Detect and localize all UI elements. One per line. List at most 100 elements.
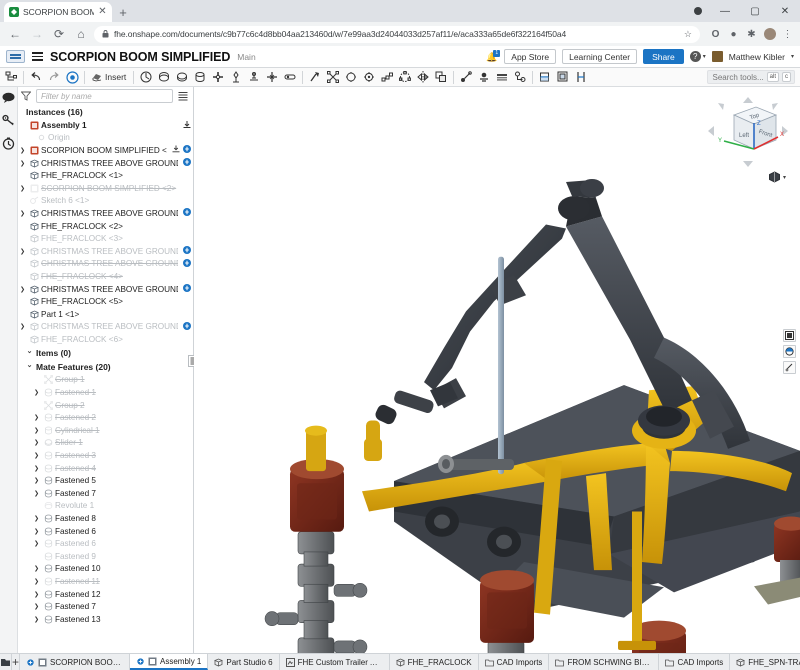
tree-row-instance[interactable]: FHE_FRACLOCK <2> (18, 220, 193, 233)
close-window-button[interactable]: ✕ (770, 0, 800, 22)
appearance-icon[interactable] (783, 345, 796, 358)
expand-caret[interactable]: ❯ (32, 389, 41, 396)
gear-relation-icon[interactable] (360, 69, 378, 86)
new-tab-button[interactable]: + (112, 2, 134, 22)
minimize-button[interactable]: — (710, 0, 740, 22)
mate-features-header[interactable]: Mate Features (20) (18, 360, 193, 374)
download-icon[interactable] (172, 145, 180, 155)
user-chevron-icon[interactable]: ▾ (791, 53, 794, 60)
expand-caret[interactable]: ❯ (32, 591, 41, 598)
linked-document-icon[interactable] (183, 284, 191, 294)
extensions-icon[interactable]: ✱ (745, 28, 758, 41)
chevron-down-icon[interactable]: ▾ (783, 174, 786, 181)
filter-input[interactable]: Filter by name (36, 89, 173, 103)
expand-caret[interactable]: ❯ (32, 452, 41, 459)
expand-caret[interactable]: ❯ (32, 528, 41, 535)
tree-row-mate[interactable]: ❯Fastened 7 (18, 600, 193, 613)
document-tab[interactable]: SCORPION BOOM SI... (20, 654, 130, 670)
tree-row-mate[interactable]: Revolute 1 (18, 500, 193, 513)
pin-slot-mate-icon[interactable] (281, 69, 299, 86)
address-bar[interactable]: fhe.onshape.com/documents/c9b77c6c4d8bb0… (94, 26, 700, 43)
comments-icon[interactable] (2, 90, 16, 104)
tree-row-mate[interactable]: Group 1 (18, 374, 193, 387)
expand-caret[interactable]: ❯ (32, 490, 41, 497)
revolute-mate-icon[interactable] (155, 69, 173, 86)
expand-caret[interactable]: ❯ (32, 414, 41, 421)
render-icon[interactable] (783, 329, 796, 342)
rebuild-icon[interactable] (63, 69, 81, 86)
help-icon[interactable]: ? (690, 51, 701, 62)
tree-row-mate[interactable]: Fastened 9 (18, 550, 193, 563)
undo-icon[interactable] (27, 69, 45, 86)
tree-row-instance[interactable]: FHE_FRACLOCK <4> (18, 270, 193, 283)
tree-row-instance[interactable]: FHE_FRACLOCK <3> (18, 232, 193, 245)
christmas-tree-3[interactable] (594, 621, 728, 653)
search-tools-input[interactable]: Search tools... alt c (707, 70, 795, 84)
expand-caret[interactable]: ❯ (32, 578, 41, 585)
tree-row-mate[interactable]: ❯Fastened 4 (18, 462, 193, 475)
tree-row-instance[interactable]: ❯CHRISTMAS TREE ABOVE GROUND <6> (18, 321, 193, 334)
opera-icon[interactable]: O (709, 28, 722, 41)
tree-row-mate[interactable]: ❯Fastened 5 (18, 474, 193, 487)
document-tab[interactable]: CAD Imports (479, 654, 550, 670)
document-tab[interactable]: FHE_SPN-TRAILER (730, 654, 800, 670)
expand-caret[interactable]: ❯ (32, 540, 41, 547)
linear-pattern-icon[interactable] (378, 69, 396, 86)
circular-pattern-icon[interactable] (396, 69, 414, 86)
avatar[interactable] (712, 51, 723, 62)
tree-row-mate[interactable]: ❯Fastened 7 (18, 487, 193, 500)
tree-row-mate[interactable]: ❯Fastened 8 (18, 512, 193, 525)
expand-caret[interactable]: ❯ (32, 603, 41, 610)
mate-relation-icon[interactable] (342, 69, 360, 86)
tree-row-instance[interactable]: ❯CHRISTMAS TREE ABOVE GROUND <2> (18, 157, 193, 170)
linked-document-icon[interactable] (183, 158, 191, 168)
onshape-logo[interactable] (6, 50, 25, 63)
tree-row-instance[interactable]: FHE_FRACLOCK <1> (18, 169, 193, 182)
back-icon[interactable]: ← (6, 25, 24, 43)
linked-document-icon[interactable] (183, 322, 191, 332)
mate-connector-icon[interactable] (306, 69, 324, 86)
avatar-icon[interactable] (763, 28, 776, 41)
close-icon[interactable]: ✕ (98, 7, 107, 17)
section-view-icon[interactable] (536, 69, 554, 86)
tree-row-instance[interactable]: CHRISTMAS TREE ABOVE GROUND <4> (18, 258, 193, 271)
mate-connectors-icon[interactable] (2, 113, 16, 127)
tree-row-origin[interactable]: Origin (18, 132, 193, 145)
expand-caret[interactable]: ❯ (32, 565, 41, 572)
display-state-icon[interactable] (511, 69, 529, 86)
slider-mate-icon[interactable] (173, 69, 191, 86)
forward-icon[interactable]: → (28, 25, 46, 43)
history-icon[interactable] (2, 136, 16, 150)
expand-caret[interactable]: ❯ (32, 515, 41, 522)
linked-document-icon[interactable] (183, 145, 191, 155)
home-icon[interactable]: ⌂ (72, 25, 90, 43)
list-view-icon[interactable] (177, 90, 189, 102)
help-chevron-icon[interactable]: ▾ (703, 53, 706, 60)
expand-caret[interactable]: ❯ (18, 210, 27, 217)
parallel-mate-icon[interactable] (245, 69, 263, 86)
planar-mate-icon[interactable] (209, 69, 227, 86)
3d-viewport[interactable]: Top Left Front Z Y X (194, 87, 800, 653)
tree-row-mate[interactable]: ❯Fastened 12 (18, 588, 193, 601)
add-tab-button[interactable]: + (12, 654, 20, 670)
tree-row-instance[interactable]: ❯CHRISTMAS TREE ABOVE GROUND <1> (18, 207, 193, 220)
tree-row-instance[interactable]: Sketch 6 <1> (18, 195, 193, 208)
tree-row-instance[interactable]: ❯CHRISTMAS TREE ABOVE GROUND <5> (18, 283, 193, 296)
expand-caret[interactable]: ❯ (18, 160, 27, 167)
maximize-button[interactable]: ▢ (740, 0, 770, 22)
tree-row-instance[interactable]: ❯SCORPION BOOM SIMPLIFIED <1> (18, 144, 193, 157)
tree-row-mate[interactable]: ❯Fastened 3 (18, 449, 193, 462)
replicate-icon[interactable] (432, 69, 450, 86)
tree-row-mate[interactable]: ❯Fastened 1 (18, 386, 193, 399)
linked-document-icon[interactable] (183, 259, 191, 269)
tree-row-mate[interactable]: ❯Fastened 2 (18, 411, 193, 424)
transform-icon[interactable] (457, 69, 475, 86)
items-header[interactable]: Items (0) (18, 346, 193, 360)
expand-caret[interactable]: ❯ (32, 477, 41, 484)
tree-row-mate[interactable]: ❯Fastened 10 (18, 563, 193, 576)
document-tab[interactable]: FHE_FRACLOCK (390, 654, 479, 670)
expand-caret[interactable]: ❯ (18, 286, 27, 293)
app-store-button[interactable]: App Store (504, 49, 556, 64)
explode-icon[interactable] (475, 69, 493, 86)
insert-button[interactable]: Insert (88, 70, 130, 85)
